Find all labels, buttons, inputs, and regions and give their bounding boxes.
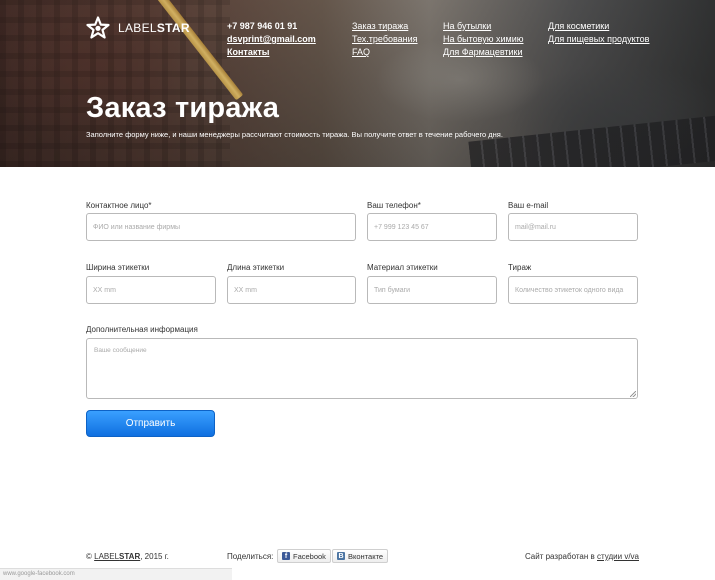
run-label: Тираж <box>508 263 532 272</box>
developer-link[interactable]: студии v/va <box>597 552 639 561</box>
length-placeholder: XX mm <box>234 286 257 294</box>
logo-text: LABELSTAR <box>118 21 190 35</box>
facebook-share-button[interactable]: f Facebook <box>277 549 331 563</box>
facebook-icon: f <box>282 552 290 560</box>
length-label: Длина этикетки <box>227 263 285 272</box>
nav-link-requirements[interactable]: Тех.требования <box>352 33 418 46</box>
material-label: Материал этикетки <box>367 263 438 272</box>
phone-placeholder: +7 999 123 45 67 <box>374 223 429 231</box>
nav-link-chemicals[interactable]: На бытовую химию <box>443 33 523 46</box>
length-input[interactable]: XX mm <box>227 276 356 304</box>
hero-banner: LABELSTAR +7 987 946 01 91 dsvprint@gmai… <box>0 0 715 167</box>
facebook-label: Facebook <box>293 551 326 561</box>
nav-link-faq[interactable]: FAQ <box>352 46 418 59</box>
email-placeholder: mail@mail.ru <box>515 223 556 231</box>
star-logo-icon <box>86 16 110 39</box>
run-input[interactable]: Количество этикеток одного вида <box>508 276 638 304</box>
header-phone: +7 987 946 01 91 <box>227 21 298 31</box>
vkontakte-share-button[interactable]: B Вконтакте <box>332 549 389 563</box>
contact-input[interactable]: ФИО или название фирмы <box>86 213 356 241</box>
header-email-link[interactable]: dsvprint@gmail.com <box>227 33 316 46</box>
nav-link-pharma[interactable]: Для Фармацевтики <box>443 46 523 59</box>
phone-label: Ваш телефон* <box>367 201 421 210</box>
email-input[interactable]: mail@mail.ru <box>508 213 638 241</box>
header-contacts: +7 987 946 01 91 dsvprint@gmail.com Конт… <box>227 20 316 59</box>
run-placeholder: Количество этикеток одного вида <box>515 286 624 294</box>
contact-label: Контактное лицо* <box>86 201 152 210</box>
resize-handle-icon[interactable] <box>630 391 636 397</box>
nav-column-main: Заказ тиража Тех.требования FAQ <box>352 20 418 59</box>
footer-brand-link[interactable]: LABELSTAR <box>94 552 140 561</box>
hero-background-keyboard <box>468 114 715 167</box>
info-textarea[interactable]: Ваше сообщение <box>86 338 638 399</box>
vkontakte-label: Вконтакте <box>348 551 384 561</box>
nav-link-food[interactable]: Для пищевых продуктов <box>548 33 649 46</box>
vkontakte-icon: B <box>337 552 345 560</box>
submit-button[interactable]: Отправить <box>86 410 215 437</box>
footer-copyright: © LABELSTAR, 2015 г. <box>86 552 169 561</box>
nav-column-products-1: На бутылки На бытовую химию Для Фармацев… <box>443 20 523 59</box>
contact-placeholder: ФИО или название фирмы <box>93 223 181 231</box>
info-placeholder: Ваше сообщение <box>94 347 147 354</box>
width-placeholder: XX mm <box>93 286 116 294</box>
footer-developer: Сайт разработан в студии v/va <box>524 552 639 561</box>
nav-link-cosmetics[interactable]: Для косметики <box>548 20 649 33</box>
material-placeholder: Тип бумаги <box>374 286 411 294</box>
phone-input[interactable]: +7 999 123 45 67 <box>367 213 497 241</box>
share-label: Поделиться: <box>227 552 274 561</box>
nav-column-products-2: Для косметики Для пищевых продуктов <box>548 20 649 46</box>
header-contacts-link[interactable]: Контакты <box>227 46 316 59</box>
logo[interactable]: LABELSTAR <box>86 16 190 40</box>
page-title: Заказ тиража <box>86 92 280 124</box>
info-label: Дополнительная информация <box>86 325 198 334</box>
browser-status-bar: www.google-facebook.com <box>0 568 232 580</box>
width-label: Ширина этикетки <box>86 263 150 272</box>
nav-link-bottles[interactable]: На бутылки <box>443 20 523 33</box>
material-input[interactable]: Тип бумаги <box>367 276 497 304</box>
page-subtitle: Заполните форму ниже, и наши менеджеры р… <box>86 130 503 139</box>
email-label: Ваш e-mail <box>508 201 549 210</box>
width-input[interactable]: XX mm <box>86 276 216 304</box>
nav-link-order[interactable]: Заказ тиража <box>352 20 418 33</box>
